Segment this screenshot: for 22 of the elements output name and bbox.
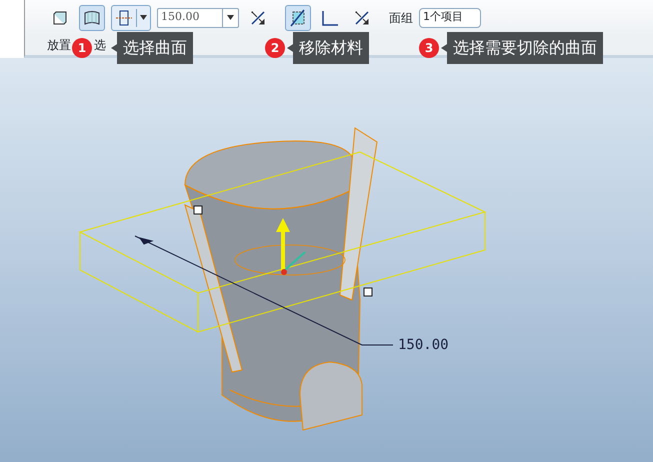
callout-tooltip: 选择需要切除的曲面 bbox=[441, 32, 603, 64]
flip-icon bbox=[354, 10, 370, 26]
solid-icon bbox=[52, 10, 68, 26]
depth-value: 150.00 bbox=[161, 9, 200, 26]
quilt-collector[interactable]: 1个项目 bbox=[419, 8, 481, 28]
callout-tooltip: 选择曲面 bbox=[111, 32, 193, 64]
surface-icon bbox=[83, 10, 101, 26]
thicken-icon bbox=[321, 10, 339, 26]
drag-handle[interactable] bbox=[194, 206, 202, 214]
callout-tooltip: 移除材料 bbox=[287, 32, 369, 64]
depth-field[interactable]: 150.00 bbox=[157, 8, 239, 28]
remove-material-button[interactable] bbox=[285, 4, 311, 30]
drag-handle[interactable] bbox=[364, 288, 372, 296]
surface-button[interactable] bbox=[79, 4, 105, 30]
dimension-label[interactable]: 150.00 bbox=[398, 337, 449, 353]
caret-icon bbox=[137, 15, 150, 20]
panel-tab[interactable]: 选 bbox=[94, 36, 106, 54]
remove-material-icon bbox=[289, 8, 307, 26]
flip-icon bbox=[250, 10, 266, 26]
panel-tab[interactable]: 放置 bbox=[47, 36, 71, 54]
quilt-label: 面组 bbox=[389, 10, 413, 26]
plane-dropdown[interactable] bbox=[111, 4, 151, 30]
